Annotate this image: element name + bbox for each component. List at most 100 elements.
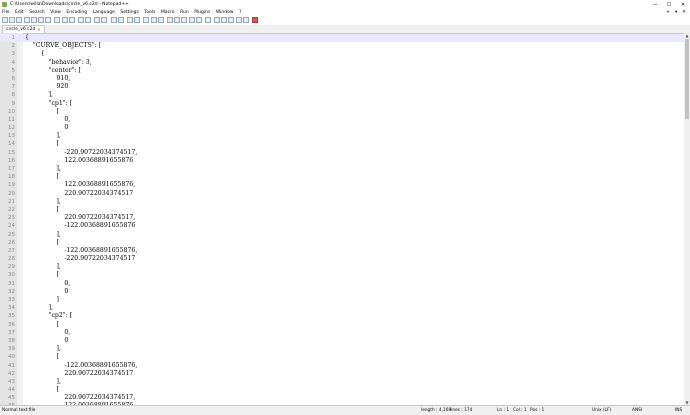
line-text[interactable]: 0,	[25, 280, 70, 288]
doc-map-icon[interactable]	[174, 17, 181, 23]
udl-icon[interactable]	[166, 17, 173, 23]
line-text[interactable]: 0,	[25, 329, 70, 337]
line-text[interactable]: -122.00368891655876,	[25, 247, 137, 255]
line-text[interactable]: -122.00368891655876,	[25, 362, 137, 370]
line-text[interactable]: [	[25, 353, 58, 361]
editor-line[interactable]: 14 [	[0, 140, 684, 148]
line-text[interactable]: "cp2": [	[25, 312, 73, 320]
editor-line[interactable]: 17 ],	[0, 165, 684, 173]
editor-line[interactable]: 42 220.90722034374517	[0, 370, 684, 378]
doc-list-icon[interactable]	[181, 17, 188, 23]
editor-line[interactable]: 27 -122.00368891655876,	[0, 247, 684, 255]
editor-line[interactable]: 40 [	[0, 353, 684, 361]
line-text[interactable]: "center": [	[25, 67, 81, 75]
menu-search[interactable]: Search	[29, 10, 44, 15]
line-text[interactable]: [	[25, 140, 58, 148]
editor-line[interactable]: 35 "cp2": [	[0, 312, 684, 320]
line-text[interactable]: ],	[25, 263, 60, 271]
text-editor[interactable]: 1{2 "CURVE_OBJECTS": [3 {4 "behavior": 3…	[0, 33, 690, 405]
redo-icon[interactable]	[85, 17, 92, 23]
editor-line[interactable]: 21 ],	[0, 198, 684, 206]
line-text[interactable]: ],	[25, 304, 53, 312]
line-text[interactable]: {	[25, 50, 45, 58]
editor-line[interactable]: 38 0	[0, 337, 684, 345]
new-file-icon[interactable]	[2, 17, 8, 23]
editor-line[interactable]: 41 -122.00368891655876,	[0, 362, 684, 370]
minimize-button[interactable]: —	[648, 0, 662, 9]
line-text[interactable]: "CURVE_OBJECTS": [	[25, 42, 101, 50]
line-text[interactable]: ],	[25, 91, 53, 99]
line-text[interactable]: "cp1": [	[25, 100, 73, 108]
sync-vertical-icon[interactable]	[127, 17, 133, 23]
tab-list-icon[interactable]: ▾	[675, 10, 677, 15]
editor-line[interactable]: 6 910,	[0, 75, 684, 83]
line-text[interactable]: 220.90722034374517,	[25, 394, 135, 402]
copy-icon[interactable]	[61, 17, 68, 23]
menu-encoding[interactable]: Encoding	[66, 10, 87, 15]
print-icon[interactable]	[45, 17, 52, 23]
menu-macro[interactable]: Macro	[161, 10, 175, 15]
line-text[interactable]: "behavior": 3,	[25, 59, 92, 67]
line-text[interactable]: ]	[25, 296, 58, 304]
line-text[interactable]: ],	[25, 132, 60, 140]
line-text[interactable]: 122.00368891655876	[25, 157, 133, 165]
editor-line[interactable]: 24 -122.00368891655876	[0, 222, 684, 230]
zoom-out-icon[interactable]	[117, 17, 124, 23]
editor-line[interactable]: 26 [	[0, 239, 684, 247]
line-text[interactable]: 122.00368891655876,	[25, 181, 135, 189]
line-text[interactable]: ],	[25, 345, 60, 353]
find-icon[interactable]	[94, 17, 101, 23]
line-text[interactable]: 920	[25, 83, 68, 91]
folder-workspace-icon[interactable]	[195, 17, 202, 23]
save-icon[interactable]	[16, 17, 23, 23]
editor-line[interactable]: 7 920	[0, 83, 684, 91]
line-text[interactable]: [	[25, 271, 58, 279]
spellcheck-icon[interactable]	[252, 17, 258, 23]
save-macro-icon[interactable]	[242, 17, 249, 23]
line-text[interactable]: 910,	[25, 75, 70, 83]
play-macro-icon[interactable]	[228, 17, 235, 23]
show-all-chars-icon[interactable]	[150, 17, 157, 23]
line-text[interactable]: [	[25, 206, 58, 214]
editor-line[interactable]: 39 ],	[0, 345, 684, 353]
editor-line[interactable]: 30 [	[0, 271, 684, 279]
line-text[interactable]: 0	[25, 288, 68, 296]
record-macro-icon[interactable]	[214, 17, 221, 23]
editor-line[interactable]: 13 ],	[0, 132, 684, 140]
line-text[interactable]: 0	[25, 124, 68, 132]
cut-icon[interactable]	[54, 17, 61, 23]
sync-horizontal-icon[interactable]	[134, 17, 141, 23]
editor-line[interactable]: 25 ],	[0, 231, 684, 239]
line-text[interactable]: -122.00368891655876	[25, 222, 135, 230]
editor-line[interactable]: 44 [	[0, 386, 684, 394]
undo-icon[interactable]	[77, 17, 84, 23]
editor-line[interactable]: 32 0	[0, 288, 684, 296]
line-text[interactable]: [	[25, 239, 58, 247]
line-text[interactable]: 220.90722034374517,	[25, 214, 135, 222]
editor-line[interactable]: 19 122.00368891655876,	[0, 181, 684, 189]
menu-view[interactable]: View	[50, 10, 61, 15]
editor-line[interactable]: 3 {	[0, 50, 684, 58]
line-text[interactable]: [	[25, 386, 58, 394]
editor-line[interactable]: 36 [	[0, 321, 684, 329]
editor-line[interactable]: 31 0,	[0, 280, 684, 288]
line-text[interactable]: ],	[25, 198, 60, 206]
close-button[interactable]: ✕	[676, 0, 690, 9]
line-text[interactable]: 0	[25, 337, 68, 345]
menu-window[interactable]: Window	[216, 10, 234, 15]
new-tab-icon[interactable]: +	[666, 10, 670, 15]
run-macro-multiple-icon[interactable]	[235, 17, 242, 23]
line-text[interactable]: 0,	[25, 116, 70, 124]
status-encoding[interactable]: ANSI	[632, 408, 642, 413]
editor-line[interactable]: 2 "CURVE_OBJECTS": [	[0, 42, 684, 50]
editor-line[interactable]: 16 122.00368891655876	[0, 157, 684, 165]
menu-run[interactable]: Run	[180, 10, 189, 15]
save-all-icon[interactable]	[23, 17, 30, 23]
line-text[interactable]: [	[25, 108, 58, 116]
menu-settings[interactable]: Settings	[120, 10, 138, 15]
replace-icon[interactable]	[101, 17, 108, 23]
editor-line[interactable]: 28 -220.90722034374517	[0, 255, 684, 263]
editor-line[interactable]: 20 220.90722034374517	[0, 190, 684, 198]
status-eol[interactable]: Unix (LF)	[592, 408, 611, 413]
editor-line[interactable]: 45 220.90722034374517,	[0, 394, 684, 402]
